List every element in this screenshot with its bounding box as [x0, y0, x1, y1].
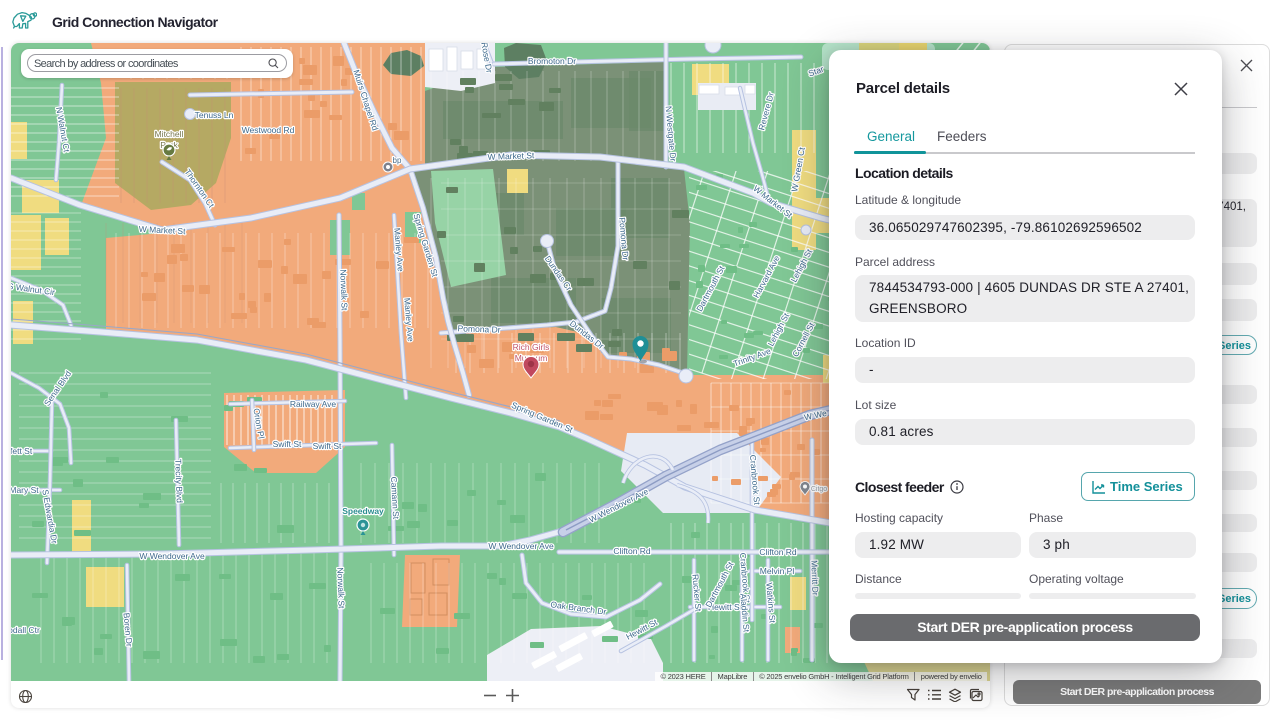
svg-text:Bromoton Dr: Bromoton Dr [528, 56, 576, 66]
svg-text:Swift St: Swift St [313, 441, 342, 451]
svg-text:Mitchell: Mitchell [155, 129, 184, 139]
svg-text:Melvin Pl: Melvin Pl [760, 566, 795, 576]
svg-text:Westwood Rd: Westwood Rd [242, 125, 295, 135]
svg-text:Norwalk St: Norwalk St [338, 269, 349, 311]
svg-text:Norwalk St: Norwalk St [335, 567, 346, 609]
svg-text:Tenuss Ln: Tenuss Ln [195, 110, 234, 120]
svg-text:Railway Ave: Railway Ave [290, 399, 336, 409]
svg-text:Speedway: Speedway [342, 506, 384, 516]
svg-text:Merritt Dr: Merritt Dr [809, 560, 820, 596]
svg-text:odall Ctr: odall Ctr [11, 625, 40, 635]
svg-text:Pomona Dr: Pomona Dr [457, 323, 500, 335]
svg-text:W Wendover Ave: W Wendover Ave [139, 551, 205, 561]
svg-text:W Wendover Ave: W Wendover Ave [488, 541, 554, 551]
svg-text:Citgo: Citgo [811, 486, 827, 493]
svg-text:bp: bp [393, 156, 402, 165]
svg-text:Clifton Rd: Clifton Rd [759, 547, 797, 557]
svg-text:ffett St: ffett St [11, 446, 33, 456]
svg-text:Trecity Blvd: Trecity Blvd [173, 459, 185, 504]
svg-text:Clifton Rd: Clifton Rd [613, 546, 651, 556]
svg-text:W Market St: W Market St [487, 150, 535, 162]
svg-text:Swift St: Swift St [273, 439, 302, 449]
svg-text:Rich Girls: Rich Girls [513, 342, 550, 352]
svg-text:Mary St: Mary St [11, 485, 39, 495]
